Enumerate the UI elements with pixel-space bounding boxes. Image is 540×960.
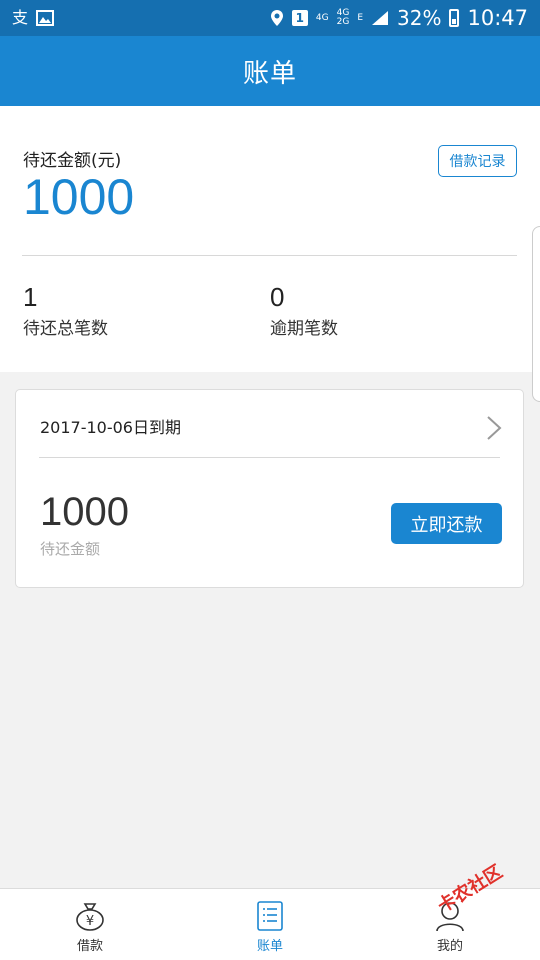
sim-badge: 1 [291, 10, 308, 26]
total-count-value: 1 [23, 282, 38, 312]
overdue-count-value: 0 [270, 282, 285, 312]
bill-amount-value: 1000 [40, 490, 129, 534]
network-pair-indicator: 4G 2G [336, 8, 350, 27]
bill-card[interactable]: 2017-10-06日到期 1000 待还金额 立即还款 [15, 389, 524, 588]
nav-item-loan[interactable]: ¥ 借款 [0, 889, 180, 960]
bill-divider [39, 457, 500, 458]
image-icon [36, 10, 55, 26]
signal-icon [372, 11, 389, 25]
page-title: 账单 [242, 58, 297, 89]
nav-item-bill[interactable]: 账单 [180, 889, 360, 960]
pending-amount-value: 1000 [23, 169, 135, 225]
status-bar: 支 1 4G 4G 2G E 32% 10:47 [0, 0, 540, 36]
bill-list-icon [257, 901, 283, 931]
battery-icon [449, 9, 460, 27]
overdue-count-stat: 0 逾期笔数 [270, 282, 338, 339]
summary-panel: 待还金额(元) 1000 借款记录 1 待还总笔数 0 逾期笔数 [0, 106, 540, 372]
alipay-icon: 支 [12, 8, 29, 27]
nav-label-bill: 账单 [256, 939, 283, 954]
nav-label-mine: 我的 [436, 939, 463, 954]
total-count-stat: 1 待还总笔数 [23, 282, 108, 339]
nav-label-loan: 借款 [76, 939, 103, 954]
loan-record-button[interactable]: 借款记录 [438, 145, 517, 177]
overdue-count-label: 逾期笔数 [270, 319, 338, 339]
total-count-label: 待还总笔数 [23, 319, 108, 339]
clock: 10:47 [467, 6, 528, 30]
summary-divider [22, 255, 517, 256]
bill-amount-label: 待还金额 [40, 540, 101, 558]
network-4g-indicator: 4G [315, 12, 329, 23]
title-bar: 账单 [0, 36, 540, 106]
side-drawer-handle[interactable] [532, 226, 540, 402]
location-icon [270, 10, 283, 26]
chevron-right-icon[interactable] [484, 414, 504, 442]
due-date-text: 2017-10-06日到期 [40, 418, 181, 437]
svg-text:¥: ¥ [86, 914, 94, 929]
money-bag-icon: ¥ [76, 903, 104, 931]
battery-percent: 32% [397, 6, 442, 30]
repay-now-button[interactable]: 立即还款 [391, 503, 502, 544]
edge-indicator: E [357, 12, 364, 23]
